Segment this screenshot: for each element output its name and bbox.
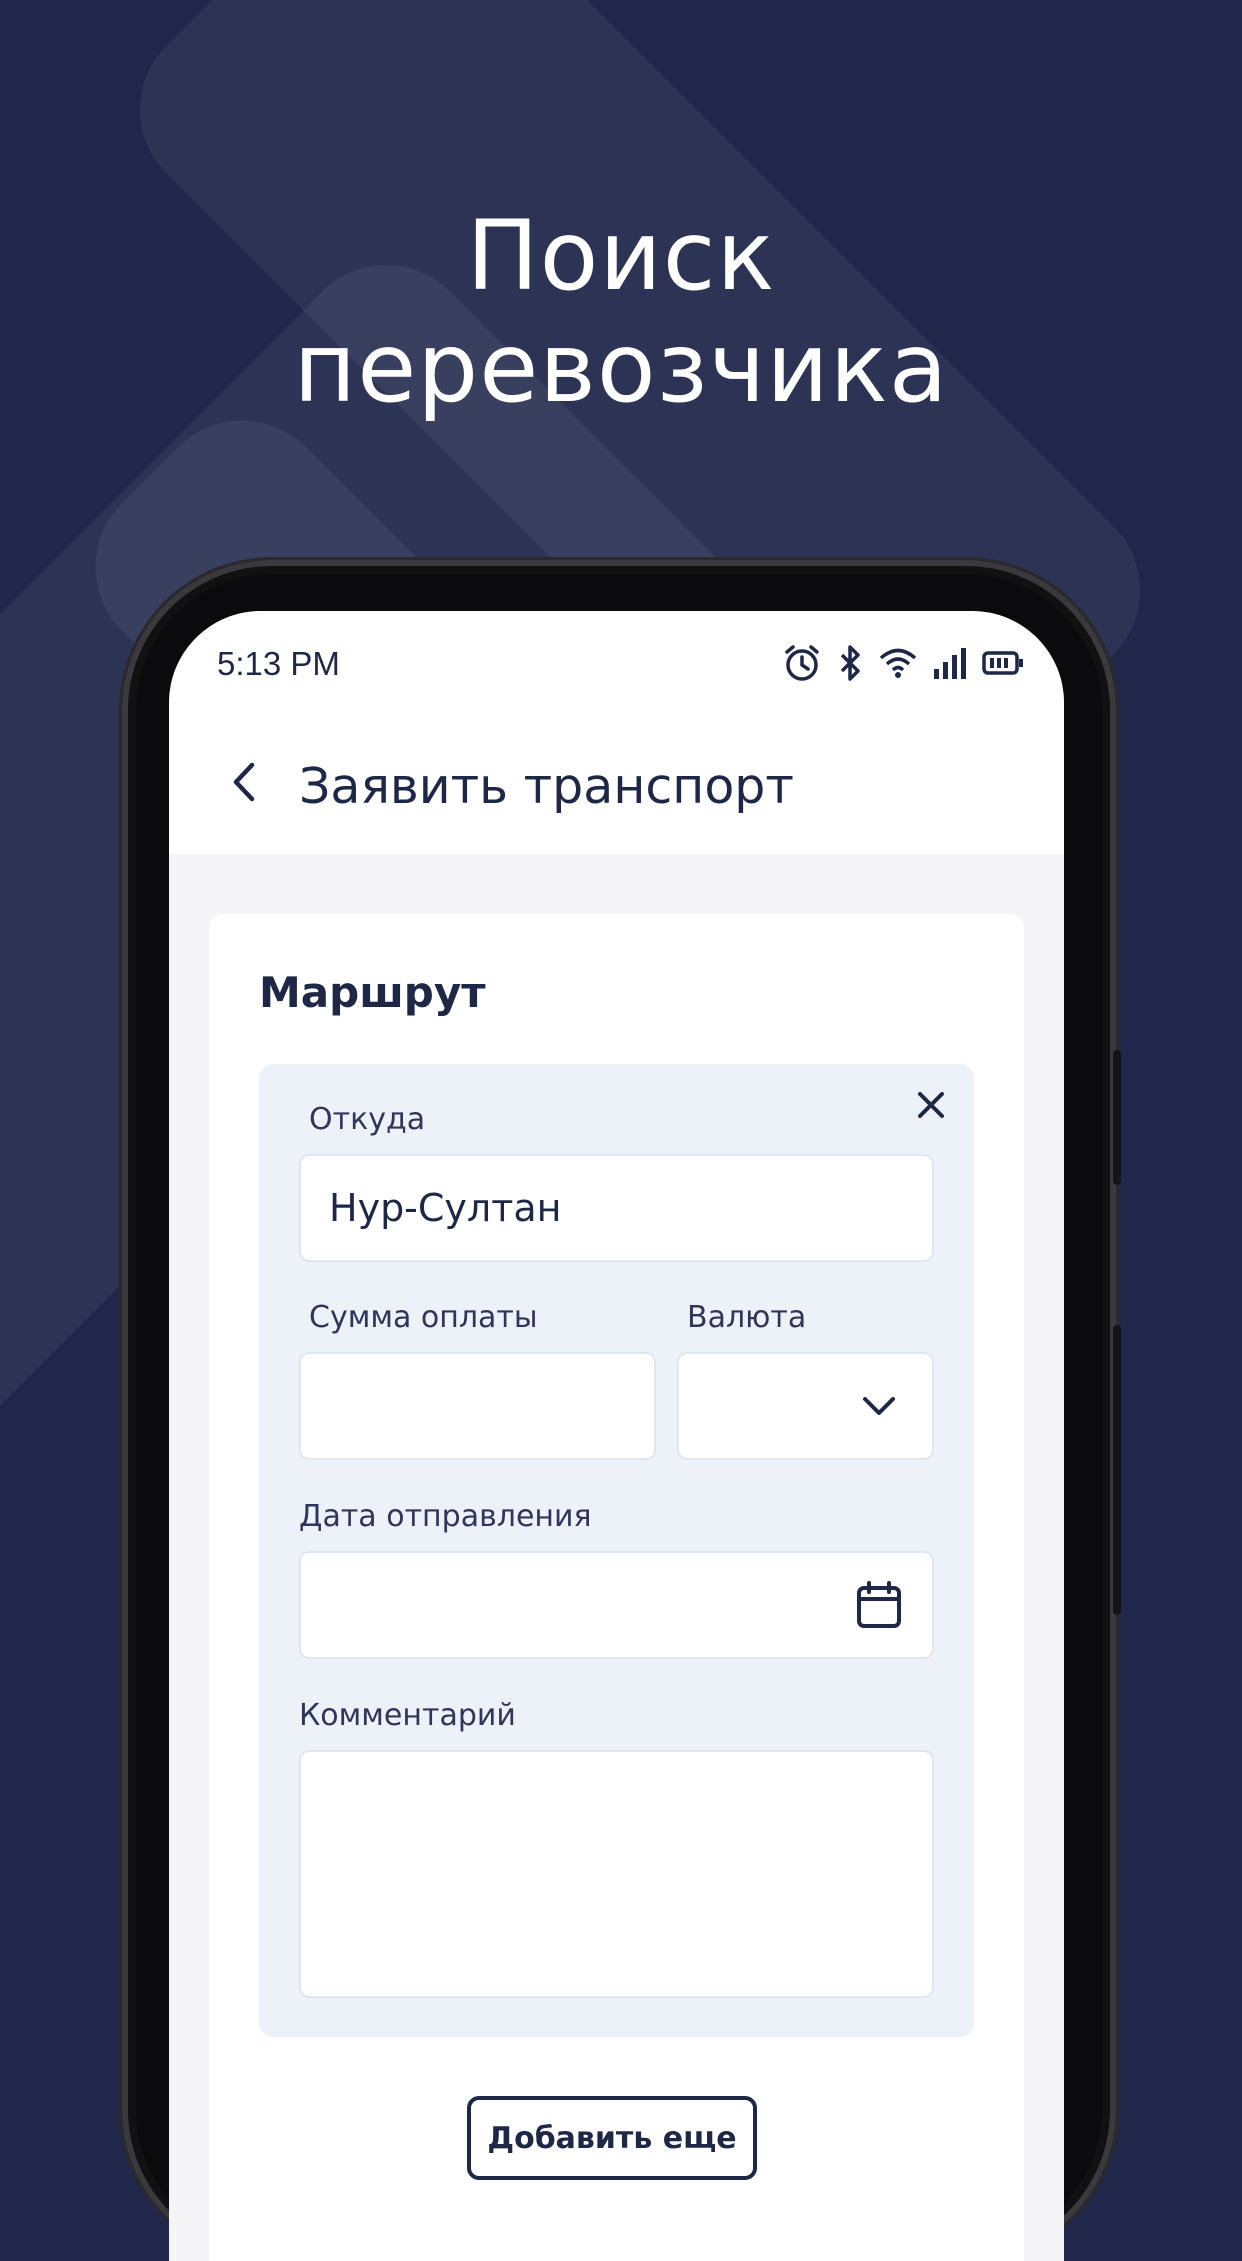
promo-headline: Поиск перевозчика	[0, 200, 1242, 424]
amount-field[interactable]	[299, 1352, 656, 1460]
date-label: Дата отправления	[299, 1499, 592, 1534]
chevron-down-icon	[854, 1381, 904, 1431]
alarm-icon	[782, 643, 822, 683]
headline-line-2: перевозчика	[293, 312, 949, 424]
back-arrow-icon	[230, 760, 260, 809]
from-field[interactable]: Нур-Султан	[299, 1154, 934, 1262]
phone-screen: 5:13 PM Заявить транспорт Маршрут Откуда…	[169, 611, 1064, 2261]
comment-textarea[interactable]	[299, 1750, 934, 1998]
status-icons	[782, 641, 1024, 685]
status-time: 5:13 PM	[217, 645, 340, 682]
headline-line-1: Поиск	[466, 200, 776, 312]
currency-label: Валюта	[687, 1300, 807, 1335]
battery-icon	[982, 643, 1024, 683]
from-value: Нур-Султан	[329, 1186, 562, 1230]
phone-side-button	[1113, 1050, 1121, 1185]
page-title: Заявить транспорт	[299, 758, 794, 815]
close-icon	[916, 1090, 946, 1125]
section-title: Маршрут	[259, 968, 486, 1017]
calendar-icon[interactable]	[854, 1580, 904, 1630]
date-field[interactable]	[299, 1551, 934, 1659]
remove-route-button[interactable]	[904, 1080, 958, 1134]
currency-select[interactable]	[677, 1352, 934, 1460]
from-label: Откуда	[309, 1102, 426, 1137]
back-button[interactable]	[217, 756, 273, 812]
app-bar: Заявить транспорт	[169, 716, 1064, 854]
amount-label: Сумма оплаты	[309, 1300, 538, 1335]
phone-side-button	[1113, 1325, 1121, 1615]
bluetooth-icon	[836, 643, 864, 683]
route-form: Откуда Нур-Султан Сумма оплаты Валюта Да…	[259, 1064, 974, 2037]
signal-icon	[932, 643, 968, 683]
status-bar: 5:13 PM	[169, 611, 1064, 716]
route-card: Маршрут Откуда Нур-Султан Сумма оплаты В…	[209, 914, 1024, 2261]
comment-label: Комментарий	[299, 1698, 516, 1733]
add-more-button[interactable]: Добавить еще	[467, 2096, 757, 2180]
wifi-icon	[878, 643, 918, 683]
